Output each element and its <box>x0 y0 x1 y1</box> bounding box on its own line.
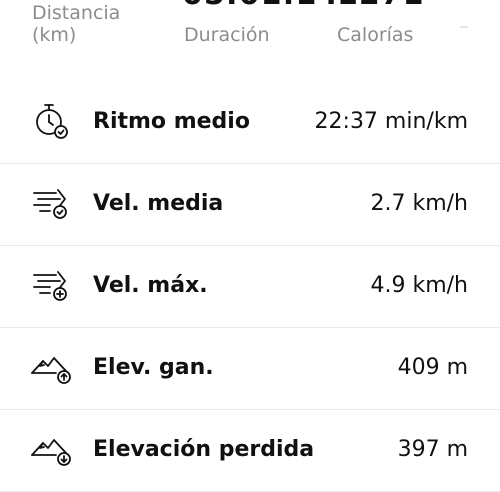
metric-label: Vel. máx. <box>93 273 208 298</box>
divider-mark <box>460 26 468 28</box>
speed-average-icon <box>30 183 72 225</box>
metric-row-elevation-gain: Elev. gan. 409 m <box>0 328 500 410</box>
metric-label: Vel. media <box>93 191 224 216</box>
metric-value: 4.9 km/h <box>370 273 468 298</box>
metric-row-max-speed: Vel. máx. 4.9 km/h <box>0 246 500 328</box>
metric-row-elevation-loss: Elevación perdida 397 m <box>0 410 500 492</box>
stopwatch-icon <box>30 101 72 143</box>
metric-row-avg-pace: Ritmo medio 22:37 min/km <box>0 82 500 164</box>
metric-value: 2.7 km/h <box>370 191 468 216</box>
duration-label: Duración <box>184 24 270 46</box>
duration-value: 05:01:14 <box>182 0 339 12</box>
elevation-gain-icon <box>30 347 72 389</box>
metric-label: Elev. gan. <box>93 355 214 380</box>
metric-value: 397 m <box>397 437 468 462</box>
metric-value: 409 m <box>397 355 468 380</box>
elevation-loss-icon <box>30 429 72 471</box>
calories-value: 1271 <box>337 0 425 12</box>
metric-value: 22:37 min/km <box>314 109 468 134</box>
activity-summary: Distancia (km) 05:01:14 Duración 1271 Ca… <box>0 0 500 80</box>
metric-label: Elevación perdida <box>93 437 315 462</box>
distance-label: Distancia (km) <box>32 2 121 46</box>
metric-label: Ritmo medio <box>93 109 250 134</box>
metrics-list: Ritmo medio 22:37 min/km Vel. media 2.7 … <box>0 82 500 492</box>
metric-row-avg-speed: Vel. media 2.7 km/h <box>0 164 500 246</box>
calories-label: Calorías <box>337 24 414 46</box>
speed-max-icon <box>30 265 72 307</box>
